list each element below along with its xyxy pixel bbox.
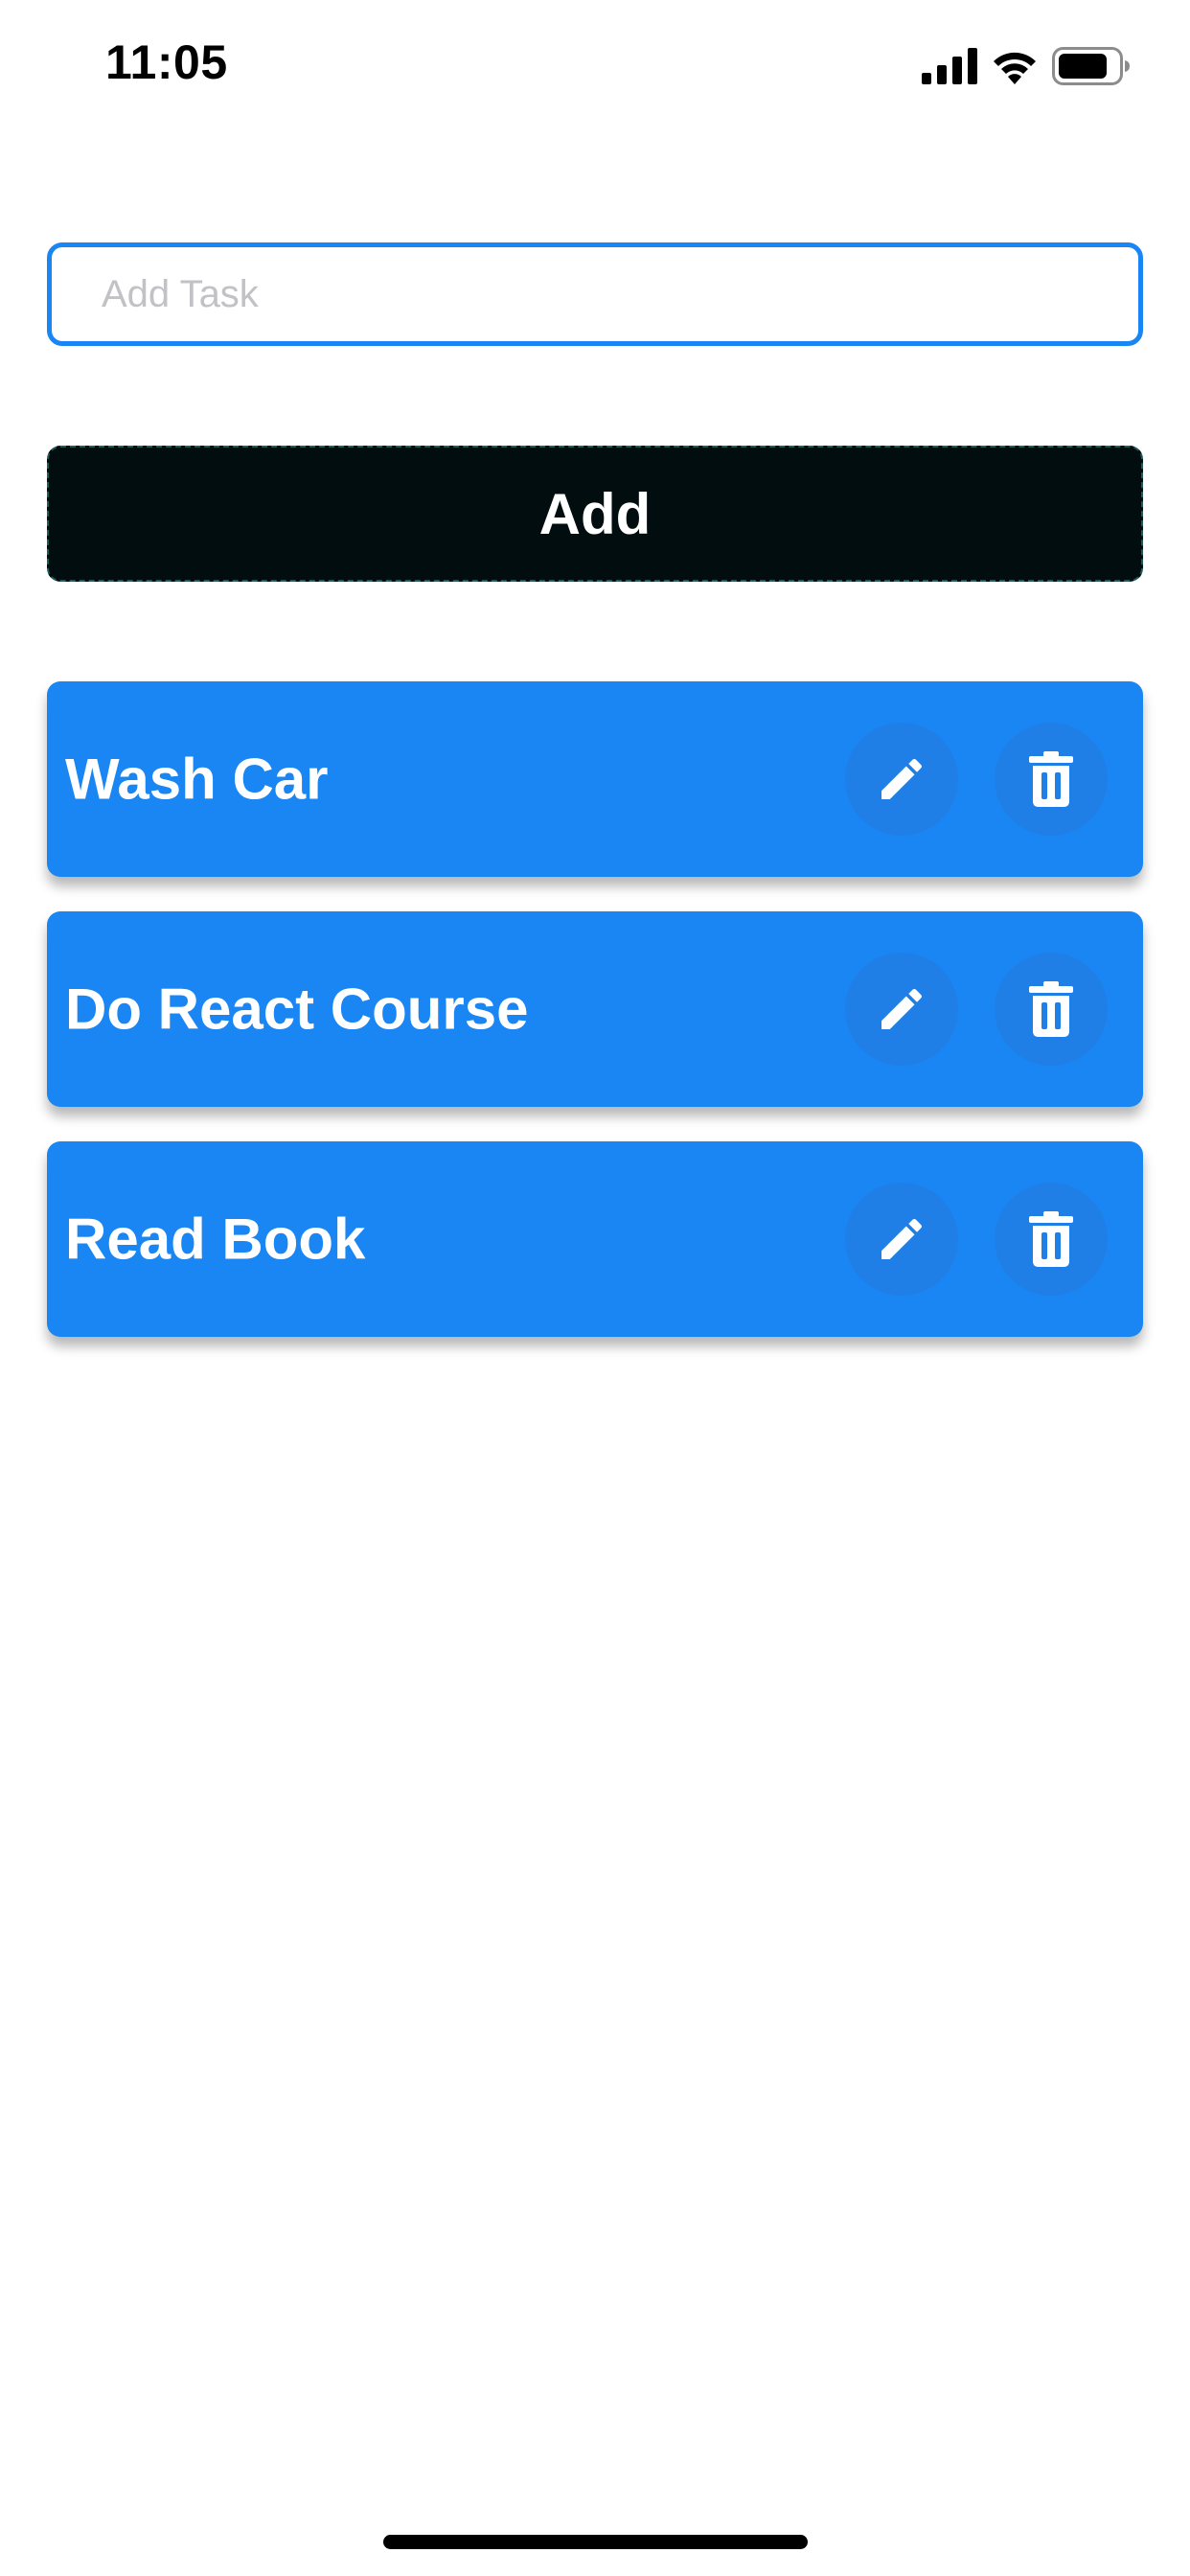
wifi-icon (991, 48, 1039, 84)
task-item[interactable]: Read Book (47, 1141, 1143, 1337)
edit-task-button[interactable] (845, 1183, 958, 1296)
add-button-label: Add (538, 481, 652, 546)
edit-task-button[interactable] (845, 953, 958, 1066)
status-bar: 11:05 (0, 0, 1190, 134)
pencil-icon (875, 1212, 928, 1266)
status-time: 11:05 (105, 35, 228, 89)
delete-task-button[interactable] (995, 1183, 1108, 1296)
edit-task-button[interactable] (845, 723, 958, 836)
add-button[interactable]: Add (47, 446, 1143, 582)
task-list: Wash Car Do React Course Read Book (47, 681, 1143, 1371)
task-item[interactable]: Wash Car (47, 681, 1143, 877)
add-task-input[interactable] (47, 242, 1143, 346)
home-indicator[interactable] (383, 2535, 808, 2549)
task-title: Read Book (65, 1207, 366, 1272)
task-title: Wash Car (65, 747, 329, 812)
pencil-icon (875, 982, 928, 1036)
trash-icon (1027, 751, 1075, 807)
pencil-icon (875, 752, 928, 806)
status-icons (922, 42, 1131, 90)
cellular-signal-icon (922, 48, 977, 84)
delete-task-button[interactable] (995, 723, 1108, 836)
delete-task-button[interactable] (995, 953, 1108, 1066)
trash-icon (1027, 981, 1075, 1037)
battery-icon (1052, 47, 1131, 85)
task-title: Do React Course (65, 977, 529, 1042)
task-item[interactable]: Do React Course (47, 911, 1143, 1107)
trash-icon (1027, 1211, 1075, 1267)
